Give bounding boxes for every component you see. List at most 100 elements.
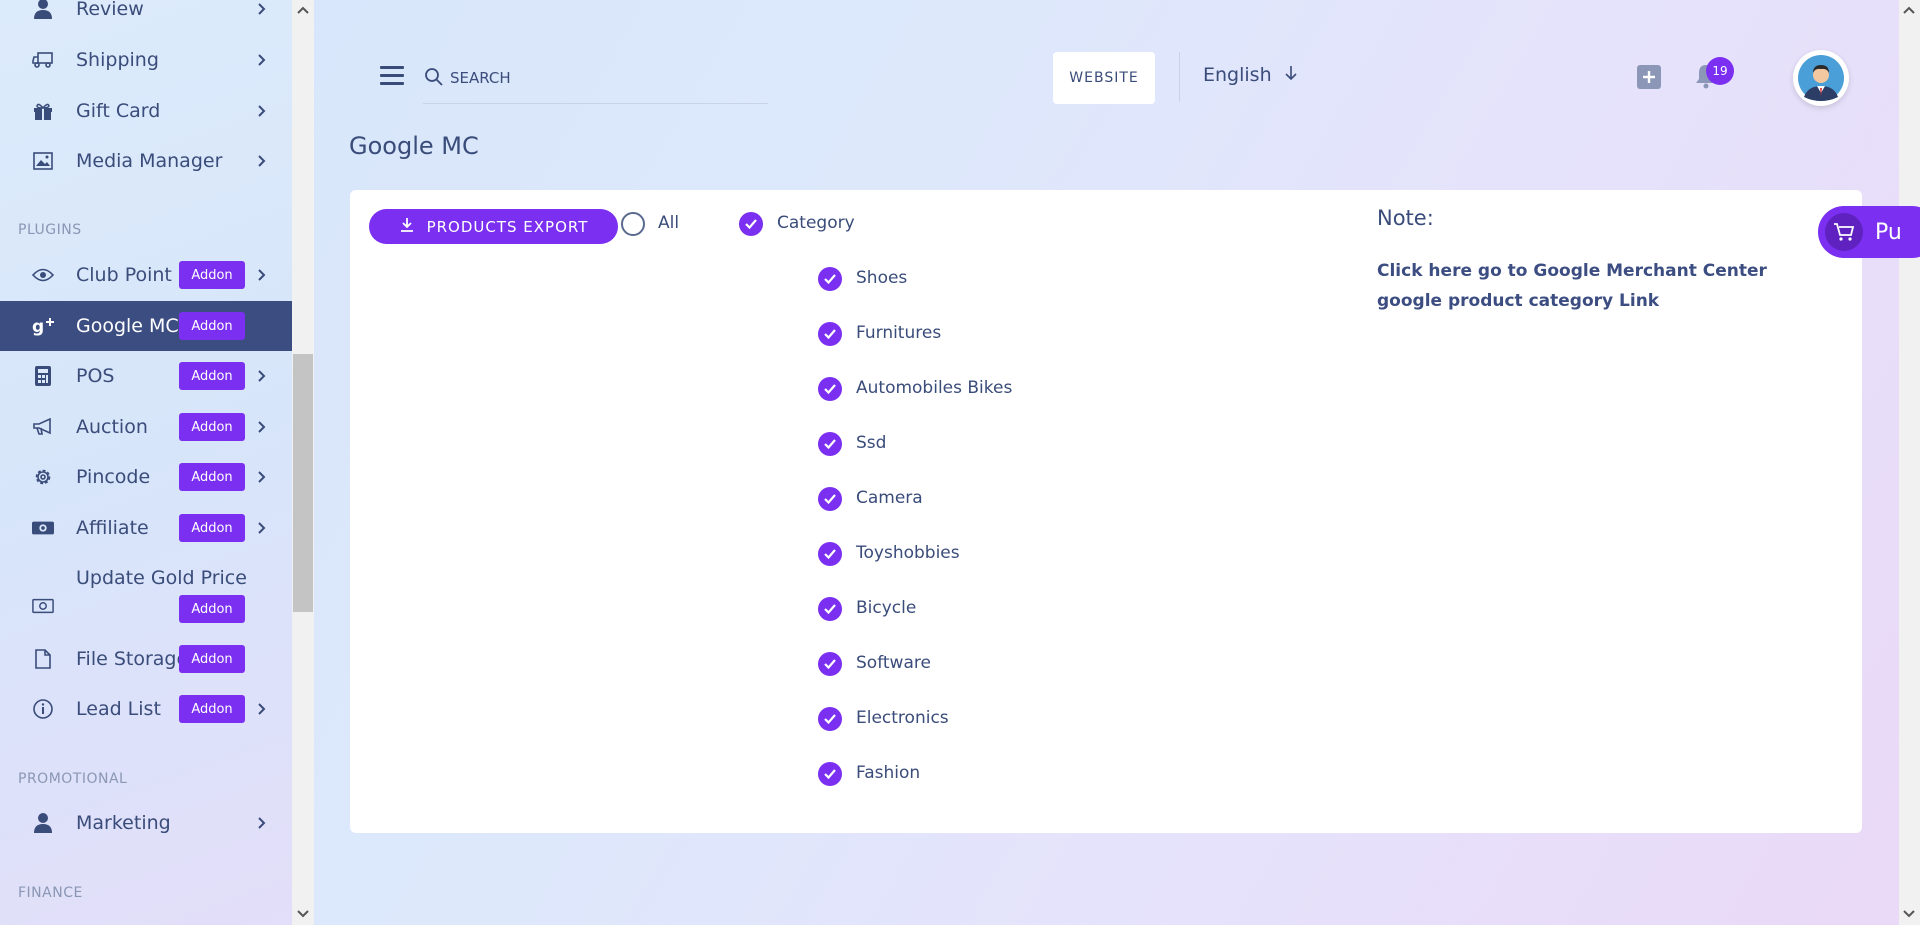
check-icon [824, 549, 836, 560]
category-checkbox[interactable] [818, 597, 842, 621]
sidebar-item-media-manager[interactable]: Media Manager [0, 136, 292, 186]
google-merchant-center-link[interactable]: Click here go to Google Merchant Center … [1377, 256, 1817, 316]
gift-icon [32, 100, 54, 122]
category-item-label: Furnitures [856, 323, 942, 343]
category-checkbox[interactable] [818, 432, 842, 456]
sidebar-item-file-storage[interactable]: File Storage Addon [0, 634, 292, 684]
menu-toggle-icon[interactable] [380, 66, 404, 88]
addon-badge: Addon [179, 261, 245, 289]
notification-badge: 19 [1706, 57, 1734, 85]
page-scrollbar[interactable] [1899, 0, 1920, 925]
gear-icon [32, 466, 54, 488]
sidebar-item-affiliate[interactable]: Affiliate Addon [0, 503, 292, 553]
file-icon [32, 648, 54, 670]
section-label-promotional: PROMOTIONAL [18, 771, 128, 787]
sidebar-item-label: Auction [76, 416, 148, 438]
chevron-right-icon [256, 54, 268, 66]
sidebar-item-label: Media Manager [76, 150, 223, 172]
language-label: English [1203, 64, 1272, 86]
scroll-down-icon[interactable] [297, 908, 309, 920]
category-checkbox[interactable] [818, 652, 842, 676]
category-item-label: Fashion [856, 763, 921, 783]
sidebar-item-label: Gift Card [76, 100, 161, 122]
category-checkbox[interactable] [818, 322, 842, 346]
sidebar-item-pos[interactable]: POS Addon [0, 351, 292, 401]
addon-badge: Addon [179, 463, 245, 491]
addon-badge: Addon [179, 362, 245, 390]
header-divider [1179, 52, 1180, 102]
addon-badge: Addon [179, 695, 245, 723]
category-checkbox[interactable] [818, 707, 842, 731]
cart-icon [1825, 213, 1863, 251]
website-button[interactable]: WEBSITE [1053, 52, 1155, 104]
chevron-right-icon [256, 471, 268, 483]
sidebar-item-lead-list[interactable]: Lead List Addon [0, 684, 292, 734]
search-input[interactable] [450, 65, 750, 91]
sidebar-item-label: Pincode [76, 466, 151, 488]
sidebar-item-shipping[interactable]: Shipping [0, 35, 292, 85]
check-icon [824, 329, 836, 340]
chevron-right-icon [256, 421, 268, 433]
search-bar [423, 62, 768, 104]
category-checkbox[interactable] [739, 212, 763, 236]
sidebar-item-label: Shipping [76, 49, 159, 71]
chevron-right-icon [256, 817, 268, 829]
sidebar-item-pincode[interactable]: Pincode Addon [0, 452, 292, 502]
category-checkbox[interactable] [818, 377, 842, 401]
category-checkbox[interactable] [818, 542, 842, 566]
sidebar-item-label: Marketing [76, 812, 171, 834]
products-export-label: PRODUCTS EXPORT [426, 217, 589, 236]
category-item-label: Shoes [856, 268, 908, 288]
add-new-icon[interactable] [1637, 65, 1661, 89]
arrow-down-icon [1284, 64, 1298, 86]
image-icon [32, 150, 54, 172]
check-icon [824, 714, 836, 725]
products-export-button[interactable]: PRODUCTS EXPORT [369, 209, 618, 244]
scroll-up-icon[interactable] [1903, 4, 1915, 16]
avatar[interactable] [1793, 50, 1849, 106]
check-icon [824, 659, 836, 670]
check-icon [824, 384, 836, 395]
scroll-up-icon[interactable] [297, 4, 309, 16]
sidebar-item-label: Google MC [76, 315, 179, 337]
language-selector[interactable]: English [1203, 64, 1298, 86]
sidebar-item-label: Update Gold Price [76, 567, 247, 589]
calculator-icon [32, 365, 54, 387]
scrollbar-thumb[interactable] [293, 354, 313, 612]
category-checkbox[interactable] [818, 267, 842, 291]
sidebar-item-review[interactable]: Review [0, 0, 292, 34]
chevron-right-icon [256, 703, 268, 715]
category-item-label: Software [856, 653, 931, 673]
sidebar-item-club-point[interactable]: Club Point Addon [0, 250, 292, 300]
sidebar-item-auction[interactable]: Auction Addon [0, 402, 292, 452]
money-icon [32, 517, 54, 539]
scroll-down-icon[interactable] [1903, 908, 1915, 920]
sidebar-item-label: File Storage [76, 648, 189, 670]
check-icon [824, 494, 836, 505]
svg-text:g: g [32, 317, 44, 336]
chevron-right-icon [256, 155, 268, 167]
chevron-right-icon [256, 3, 268, 15]
sidebar-item-label: Affiliate [76, 517, 149, 539]
addon-badge: Addon [179, 514, 245, 542]
category-checkbox[interactable] [818, 762, 842, 786]
check-icon [745, 219, 757, 230]
sidebar-item-gift-card[interactable]: Gift Card [0, 86, 292, 136]
chevron-right-icon [256, 522, 268, 534]
all-radio[interactable] [621, 212, 645, 236]
sidebar-scrollbar[interactable] [292, 0, 314, 925]
category-item-label: Ssd [856, 433, 887, 453]
chevron-right-icon [256, 105, 268, 117]
sidebar-item-marketing[interactable]: Marketing [0, 798, 292, 848]
check-icon [824, 274, 836, 285]
floating-cart-button[interactable]: Pu [1818, 206, 1920, 258]
download-icon [399, 217, 415, 237]
sidebar-item-update-gold-price[interactable]: Update Gold Price Addon [0, 553, 292, 633]
sidebar: Review Shipping Gift Card Media Manager … [0, 0, 292, 925]
user-icon [32, 0, 54, 20]
category-checkbox[interactable] [818, 487, 842, 511]
addon-badge: Addon [179, 645, 245, 673]
money-bill-icon [32, 595, 54, 617]
category-item-label: Camera [856, 488, 923, 508]
sidebar-item-google-mc[interactable]: g Google MC Addon [0, 301, 292, 351]
